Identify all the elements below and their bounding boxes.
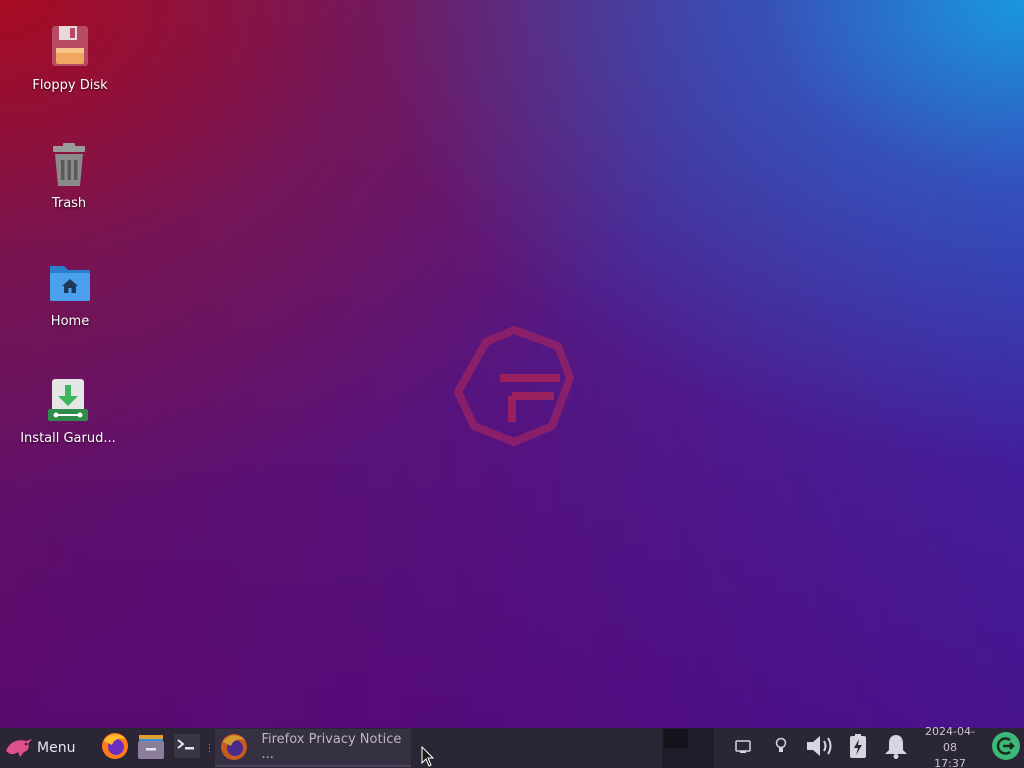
notification-bell-icon [882, 732, 910, 764]
volume-tray-button[interactable] [800, 728, 840, 768]
desktop: Floppy Disk Trash Home Install Garud... [0, 0, 1024, 728]
redshift-tray-button[interactable] [762, 728, 800, 768]
battery-charging-icon [848, 733, 868, 763]
desktop-icon-label: Trash [51, 196, 87, 211]
lightbulb-icon [775, 737, 787, 759]
home-folder-icon [46, 260, 94, 308]
taskbar-panel: Menu ⋮ Firefox Privacy Notice ... 2024-0… [0, 725, 1024, 768]
logout-button[interactable] [988, 728, 1024, 768]
desktop-icon-trash[interactable]: Trash [14, 142, 124, 211]
mouse-cursor-icon [421, 746, 435, 767]
desktop-icon-label: Install Garud... [20, 431, 116, 446]
battery-tray-button[interactable] [840, 728, 876, 768]
desktop-icon-label: Home [50, 314, 90, 329]
workspace-pager[interactable] [662, 728, 714, 768]
system-tray: 2024-04-08 17:37 [724, 725, 1024, 768]
task-label: Firefox Privacy Notice ... [261, 732, 402, 762]
network-tray-button[interactable] [724, 728, 762, 768]
desktop-icon-floppy-disk[interactable]: Floppy Disk [15, 24, 125, 93]
terminal-launcher[interactable] [169, 728, 205, 768]
file-manager-icon [136, 731, 166, 765]
desktop-icon-install-garuda[interactable]: Install Garud... [13, 377, 123, 446]
desktop-icon-label: Floppy Disk [32, 78, 108, 93]
garuda-logo-watermark [454, 326, 574, 446]
file-manager-launcher[interactable] [133, 728, 169, 768]
menu-label: Menu [37, 740, 76, 756]
taskbar-window-firefox[interactable]: Firefox Privacy Notice ... [215, 729, 412, 767]
workspace-1[interactable] [664, 729, 688, 748]
floppy-disk-icon [46, 24, 94, 72]
notifications-tray-button[interactable] [876, 728, 916, 768]
installer-icon [44, 377, 92, 425]
logout-icon [991, 731, 1021, 765]
firefox-launcher[interactable] [97, 728, 133, 768]
volume-icon [805, 733, 835, 763]
trash-icon [45, 142, 93, 190]
network-icon [735, 739, 751, 758]
terminal-icon [173, 733, 201, 763]
clock[interactable]: 2024-04-08 17:37 [920, 725, 980, 768]
firefox-icon [219, 732, 249, 762]
panel-separator-handle[interactable]: ⋮ [204, 728, 214, 768]
clock-time: 17:37 [934, 757, 966, 768]
menu-button[interactable]: Menu [0, 728, 81, 768]
firefox-icon [100, 731, 130, 765]
garuda-eagle-icon [4, 733, 34, 763]
desktop-icon-home[interactable]: Home [15, 260, 125, 329]
clock-date: 2024-04-08 [925, 725, 975, 754]
